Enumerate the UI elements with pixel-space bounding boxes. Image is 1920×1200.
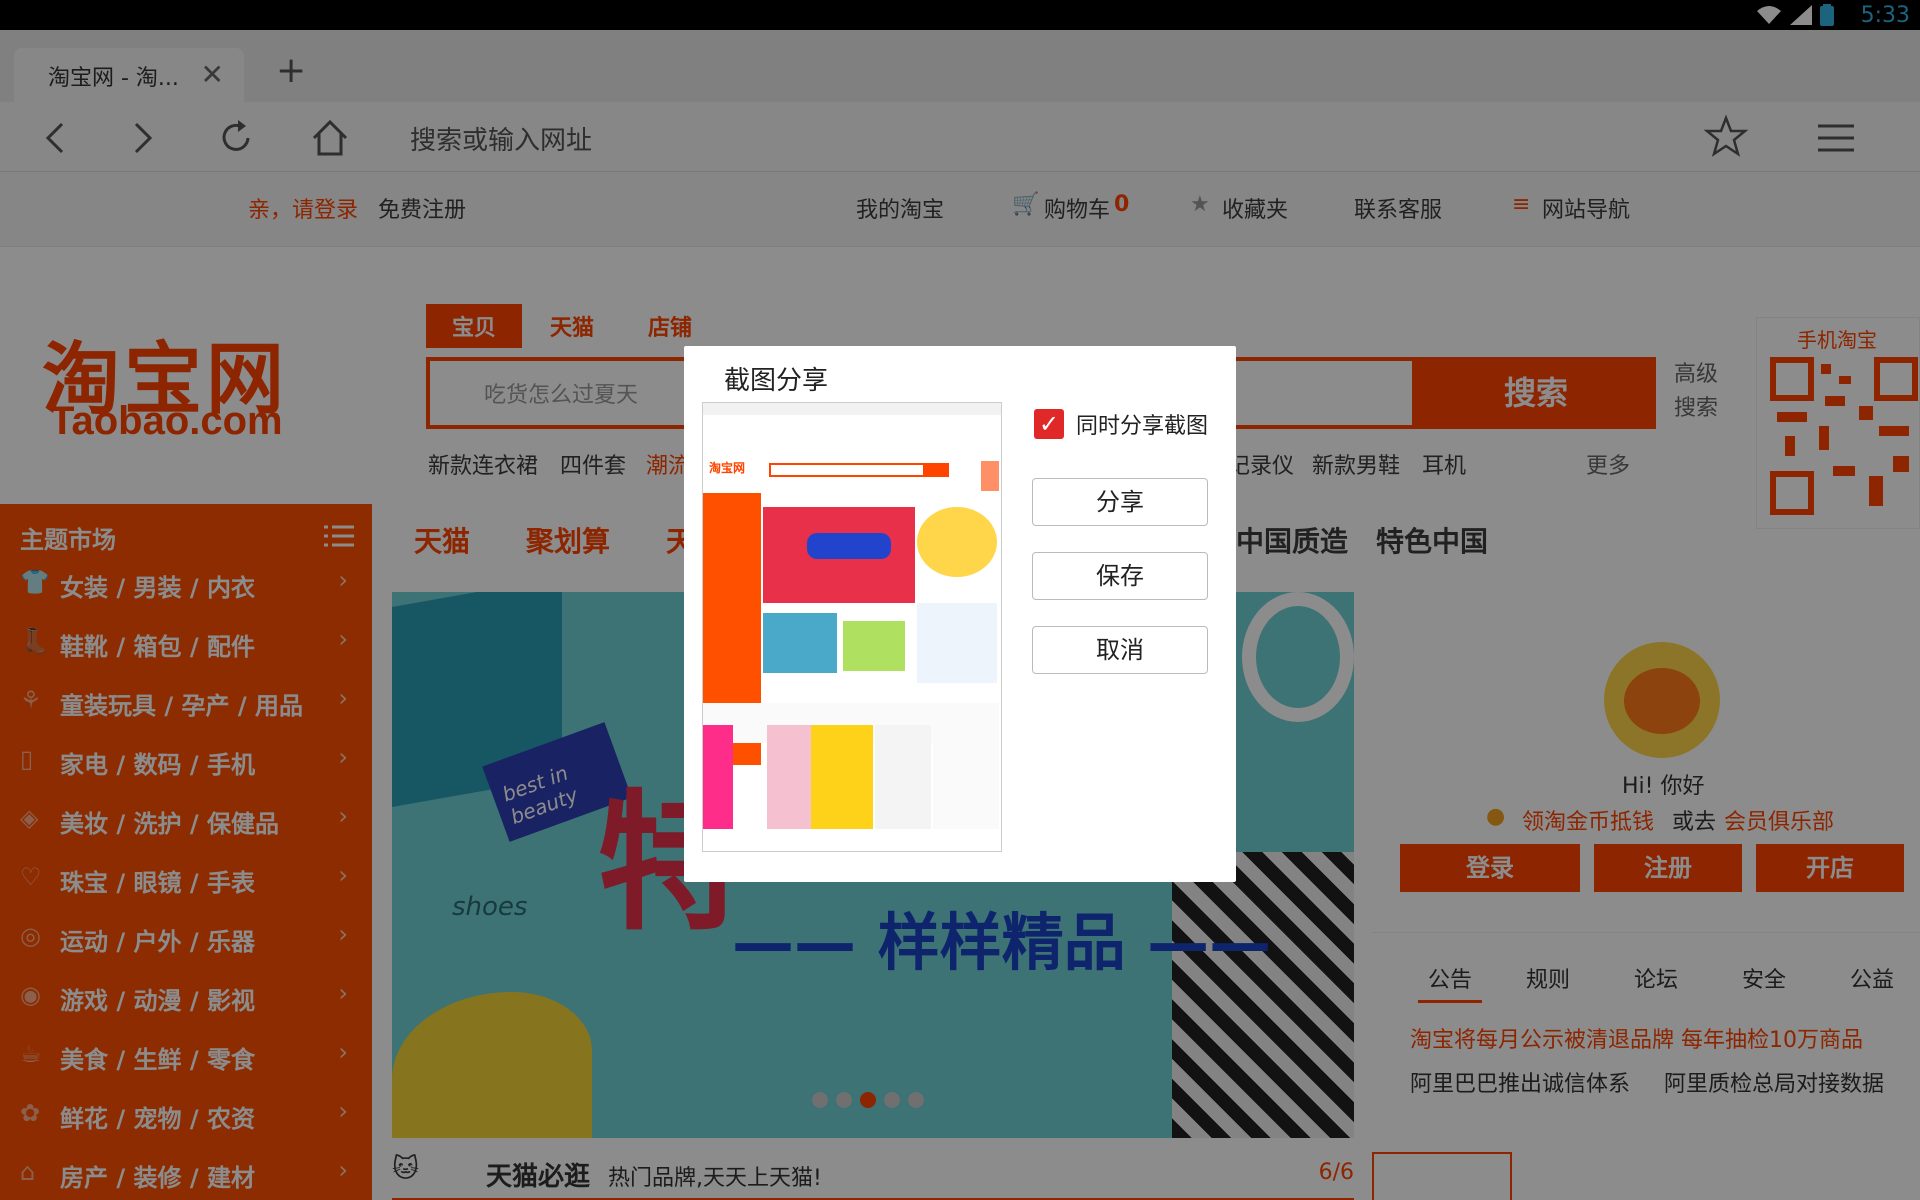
share-screenshot-option[interactable]: ✓ 同时分享截图 [1034,408,1208,440]
share-screenshot-label: 同时分享截图 [1076,414,1209,439]
share-button[interactable]: 分享 [1032,478,1208,526]
screenshot-thumbnail: 淘宝网 [702,402,1002,852]
screenshot-share-dialog: 截图分享 淘宝网 ✓ 同时分享截图 分享 保存 取消 [684,346,1236,882]
save-button[interactable]: 保存 [1032,552,1208,600]
dialog-title: 截图分享 [724,366,829,396]
checkbox-checked-icon[interactable]: ✓ [1034,409,1064,439]
cancel-button[interactable]: 取消 [1032,626,1208,674]
